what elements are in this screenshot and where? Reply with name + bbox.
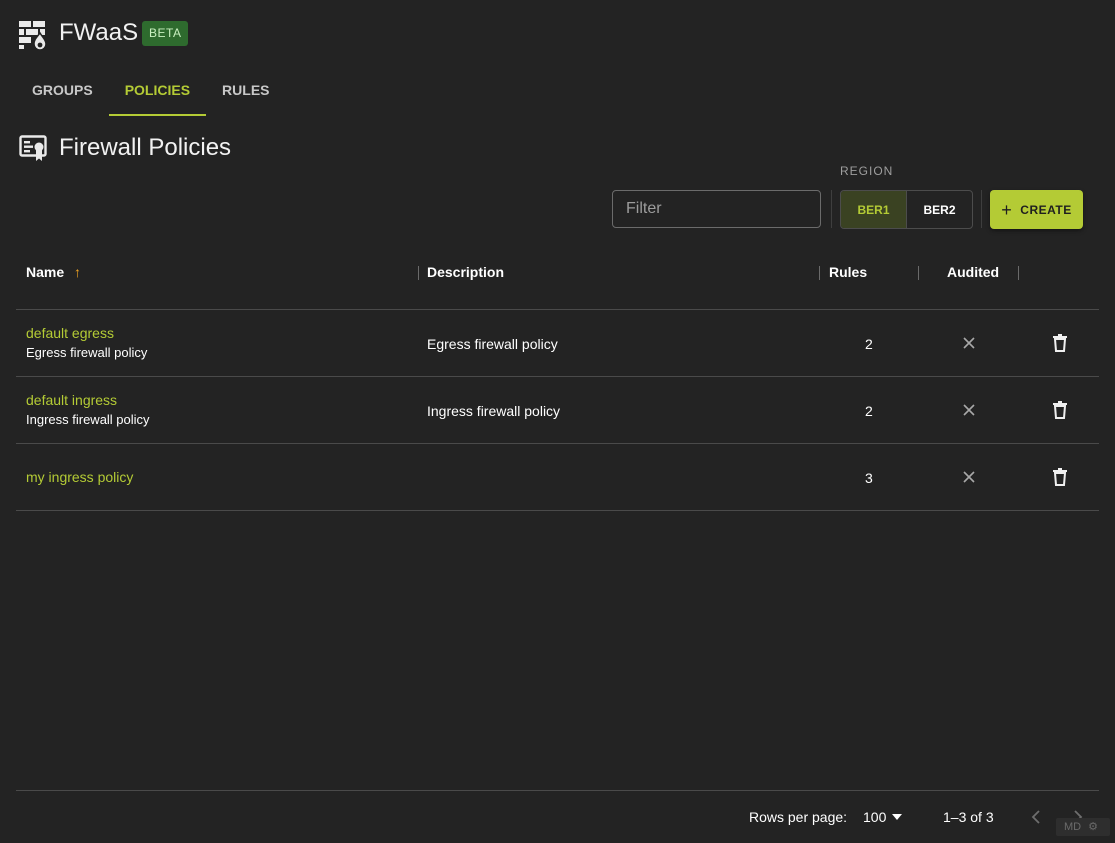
toolbar-divider: [831, 190, 832, 228]
toolbar-divider: [981, 190, 982, 228]
md-badge: MD ⚙: [1056, 818, 1110, 836]
footer-divider: [16, 790, 1099, 791]
app-title: FWaaS: [59, 19, 139, 46]
policy-subtitle: Ingress firewall policy: [26, 412, 150, 427]
app-logo-icon: [18, 19, 50, 51]
column-resize-handle[interactable]: [1018, 266, 1019, 280]
policy-rules-count: 2: [865, 336, 873, 352]
policy-name-link[interactable]: default egress: [26, 325, 114, 341]
region-ber1-button[interactable]: BER1: [841, 191, 907, 228]
policy-rules-count: 2: [865, 403, 873, 419]
sort-ascending-icon: ↑: [74, 264, 82, 280]
delete-icon[interactable]: [1053, 334, 1067, 352]
rows-per-page-value: 100: [863, 809, 887, 825]
policy-certificate-icon: [19, 135, 49, 163]
pagination-range: 1–3 of 3: [943, 809, 994, 825]
region-toggle-group: BER1 BER2: [840, 190, 973, 229]
rows-per-page-select[interactable]: 100: [863, 809, 903, 825]
policy-subtitle: Egress firewall policy: [26, 345, 148, 360]
policy-description: Ingress firewall policy: [427, 403, 561, 419]
create-button-label: CREATE: [1020, 202, 1072, 217]
table-row[interactable]: my ingress policy 3: [16, 444, 1099, 510]
column-resize-handle[interactable]: [819, 266, 820, 280]
region-ber2-button[interactable]: BER2: [907, 191, 972, 228]
tab-rules[interactable]: RULES: [206, 70, 285, 116]
policy-rules-count: 3: [865, 470, 873, 486]
filter-input[interactable]: [612, 190, 821, 228]
md-badge-label: MD: [1064, 821, 1082, 833]
column-header-audited[interactable]: Audited: [947, 264, 999, 280]
page-title: Firewall Policies: [59, 134, 232, 161]
table-row[interactable]: default egress Egress firewall policy Eg…: [16, 310, 1099, 376]
gear-icon: ⚙: [1088, 821, 1099, 833]
table-divider: [16, 510, 1099, 511]
chevron-left-icon[interactable]: [1029, 809, 1045, 825]
column-resize-handle[interactable]: [918, 266, 919, 280]
column-header-description[interactable]: Description: [427, 264, 504, 280]
not-audited-icon: [963, 337, 975, 349]
delete-icon[interactable]: [1053, 401, 1067, 419]
not-audited-icon: [963, 471, 975, 483]
caret-down-icon: [892, 814, 903, 820]
policy-name-link[interactable]: default ingress: [26, 392, 117, 408]
tab-groups[interactable]: GROUPS: [16, 70, 109, 116]
create-button[interactable]: + CREATE: [990, 190, 1083, 229]
plus-icon: +: [1001, 199, 1013, 220]
not-audited-icon: [963, 404, 975, 416]
tab-policies[interactable]: POLICIES: [108, 70, 207, 116]
column-header-name[interactable]: Name ↑: [26, 264, 81, 280]
delete-icon[interactable]: [1053, 468, 1067, 486]
table-row[interactable]: default ingress Ingress firewall policy …: [16, 377, 1099, 443]
region-label: REGION: [840, 164, 894, 178]
policy-name-link[interactable]: my ingress policy: [26, 469, 133, 485]
rows-per-page-label: Rows per page:: [749, 809, 848, 825]
column-resize-handle[interactable]: [418, 266, 419, 280]
column-header-name-label: Name: [26, 264, 65, 280]
column-header-rules[interactable]: Rules: [829, 264, 867, 280]
policy-description: Egress firewall policy: [427, 336, 558, 352]
tab-bar: GROUPS POLICIES RULES: [16, 70, 286, 116]
beta-badge: BETA: [142, 21, 189, 46]
